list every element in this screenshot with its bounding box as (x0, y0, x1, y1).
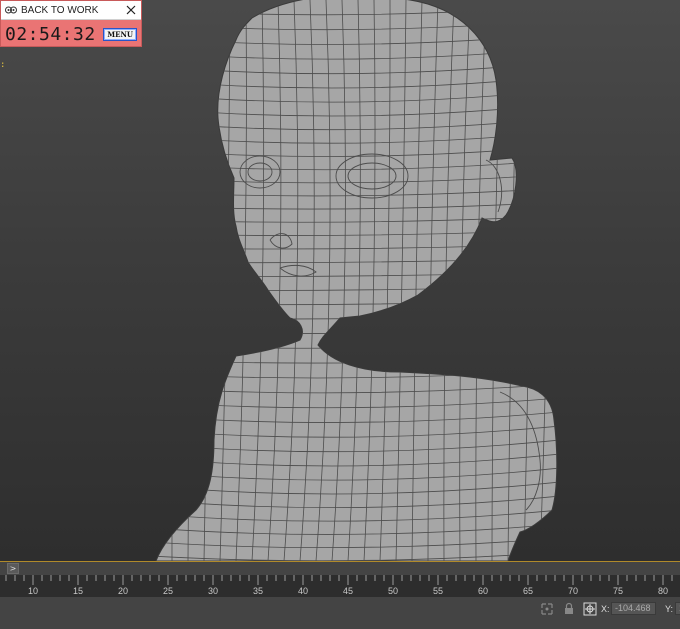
viewport-axis-marker: : (0, 60, 6, 70)
owl-icon (5, 6, 17, 14)
ruler-tick-label: 65 (522, 586, 534, 596)
x-coord-field[interactable]: -104.468 (611, 602, 656, 615)
y-coord-label: Y: (665, 604, 674, 614)
ruler-tick-label: 25 (162, 586, 174, 596)
selection-lock-icon[interactable] (540, 602, 554, 616)
timeline-bar[interactable]: > (0, 561, 680, 575)
y-coord-field[interactable]: 1 (675, 602, 680, 615)
ruler-tick-label: 35 (252, 586, 264, 596)
ruler-tick-label: 20 (117, 586, 129, 596)
ruler-tick-label: 15 (72, 586, 84, 596)
status-bar: X: -104.468 Y: 1 (0, 597, 680, 629)
timeline-expand-button[interactable]: > (7, 563, 19, 574)
menu-button[interactable]: MENU (103, 28, 137, 41)
ruler-tick-label: 70 (567, 586, 579, 596)
ruler-tick-label: 30 (207, 586, 219, 596)
ruler-tick-label: 40 (297, 586, 309, 596)
ruler-tick-label: 55 (432, 586, 444, 596)
ruler-tick-label: 45 (342, 586, 354, 596)
close-icon[interactable] (125, 4, 137, 16)
ruler-tick-label: 10 (27, 586, 39, 596)
timer-titlebar[interactable]: BACK TO WORK (1, 1, 141, 20)
ruler-tick-label: 50 (387, 586, 399, 596)
timer-title: BACK TO WORK (21, 4, 99, 16)
time-ruler[interactable]: 10 15 20 25 30 35 40 45 50 55 60 65 70 7… (0, 575, 680, 597)
lock-icon[interactable] (562, 602, 576, 616)
timer-clock: 02:54:32 (5, 24, 96, 45)
ruler-tick-label: 60 (477, 586, 489, 596)
head-mesh-model[interactable] (0, 0, 680, 561)
absolute-mode-transform-icon[interactable] (583, 602, 597, 616)
timer-widget[interactable]: BACK TO WORK 02:54:32 MENU (0, 0, 142, 47)
ruler-tick-label: 75 (612, 586, 624, 596)
ruler-tick-label: 80 (657, 586, 669, 596)
x-coord-label: X: (601, 604, 610, 614)
3d-viewport[interactable]: : (0, 0, 680, 561)
